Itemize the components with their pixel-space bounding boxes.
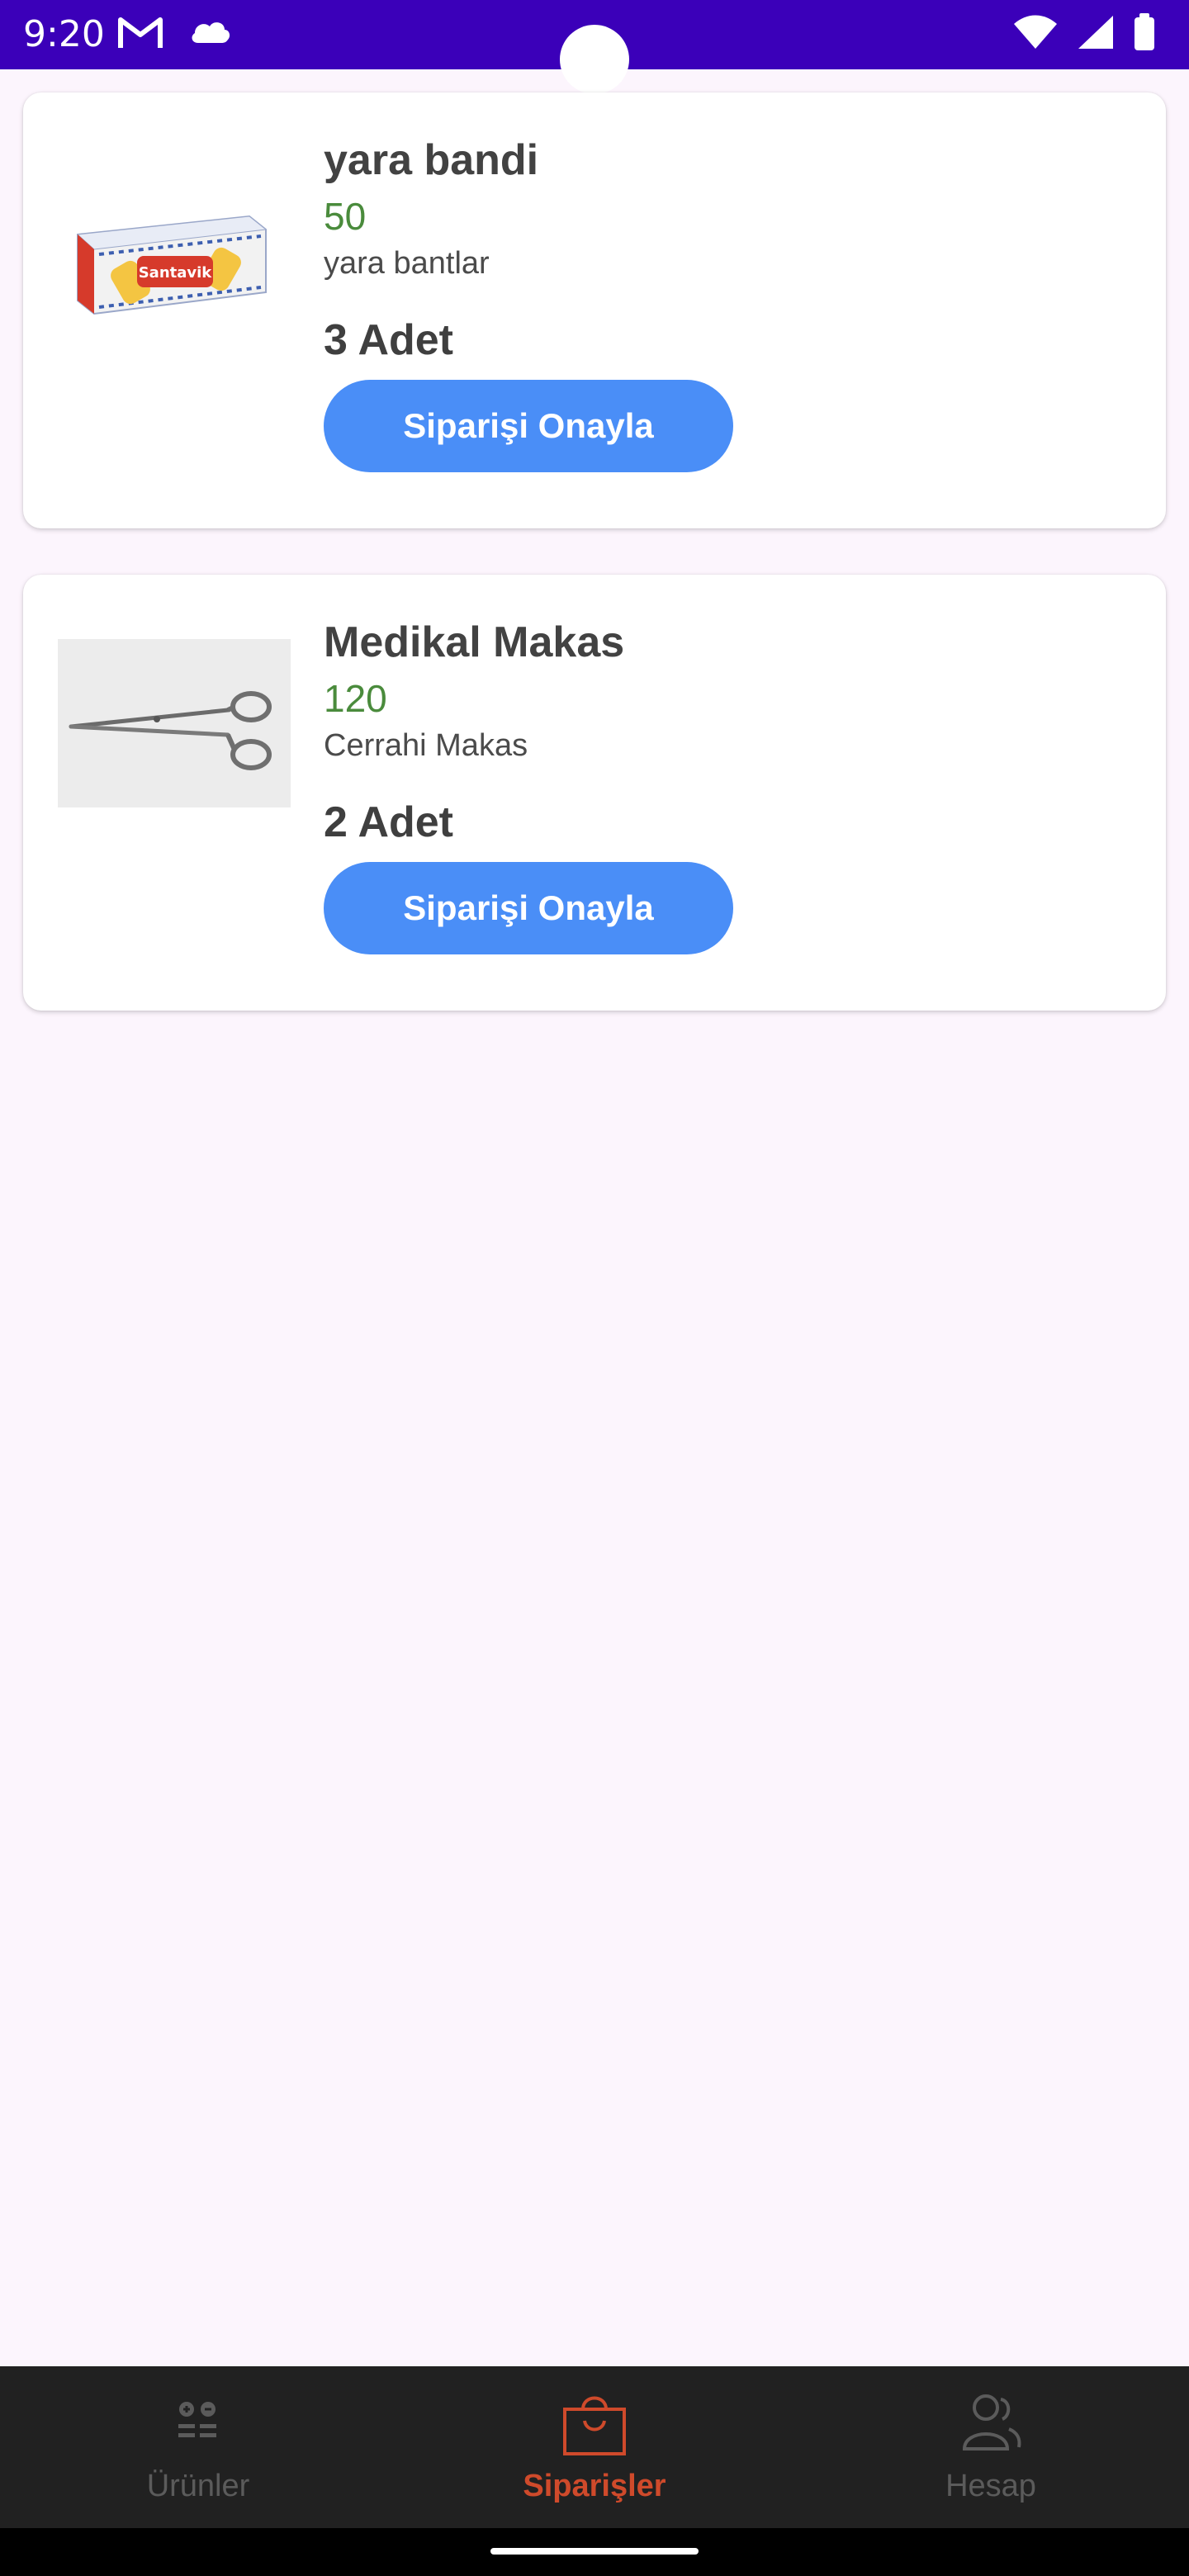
- order-info: yara bandi 50 yara bantlar 3 Adet Sipari…: [324, 134, 1116, 472]
- account-icon: [958, 2389, 1024, 2460]
- order-info: Medikal Makas 120 Cerrahi Makas 2 Adet S…: [324, 616, 1116, 954]
- order-card: Santavik yara bandi 50 yara bantlar 3 Ad…: [23, 92, 1166, 528]
- gmail-icon: [117, 15, 163, 55]
- bandage-box-brand: Santavik: [139, 264, 213, 282]
- nav-item-hesap[interactable]: Hesap: [793, 2366, 1189, 2528]
- products-icon: [175, 2399, 221, 2446]
- order-card: Medikal Makas 120 Cerrahi Makas 2 Adet S…: [23, 575, 1166, 1011]
- status-system-icons: [1012, 13, 1156, 55]
- confirm-order-button[interactable]: Siparişi Onayla: [324, 380, 733, 472]
- product-description: yara bantlar: [324, 246, 490, 281]
- nav-label: Siparişler: [523, 2469, 666, 2503]
- product-quantity: 3 Adet: [324, 316, 453, 364]
- product-name: yara bandi: [324, 136, 539, 184]
- product-name: Medikal Makas: [324, 618, 625, 666]
- nav-item-siparisler[interactable]: Siparişler: [396, 2366, 793, 2528]
- cloud-icon: [188, 15, 231, 55]
- shopping-bag-icon: [561, 2388, 628, 2461]
- product-quantity: 2 Adet: [324, 798, 453, 846]
- status-time: 9:20: [23, 13, 105, 55]
- surgical-scissors-image: [58, 639, 291, 807]
- product-price: 120: [324, 677, 387, 720]
- camera-cutout: [560, 25, 629, 94]
- nav-label: Hesap: [945, 2469, 1036, 2503]
- bottom-navigation: Ürünler Siparişler Hesap: [0, 2366, 1189, 2528]
- nav-label: Ürünler: [146, 2469, 250, 2503]
- bandage-box-image: Santavik: [58, 183, 291, 352]
- status-notification-icons: [117, 15, 231, 55]
- product-price: 50: [324, 195, 367, 238]
- home-indicator[interactable]: [490, 2548, 699, 2555]
- product-description: Cerrahi Makas: [324, 728, 528, 763]
- cellular-signal-icon: [1077, 14, 1115, 54]
- nav-item-urunler[interactable]: Ürünler: [0, 2366, 396, 2528]
- confirm-order-button[interactable]: Siparişi Onayla: [324, 862, 733, 954]
- battery-icon: [1133, 13, 1156, 55]
- gesture-bar: [0, 2528, 1189, 2576]
- wifi-icon: [1012, 14, 1059, 54]
